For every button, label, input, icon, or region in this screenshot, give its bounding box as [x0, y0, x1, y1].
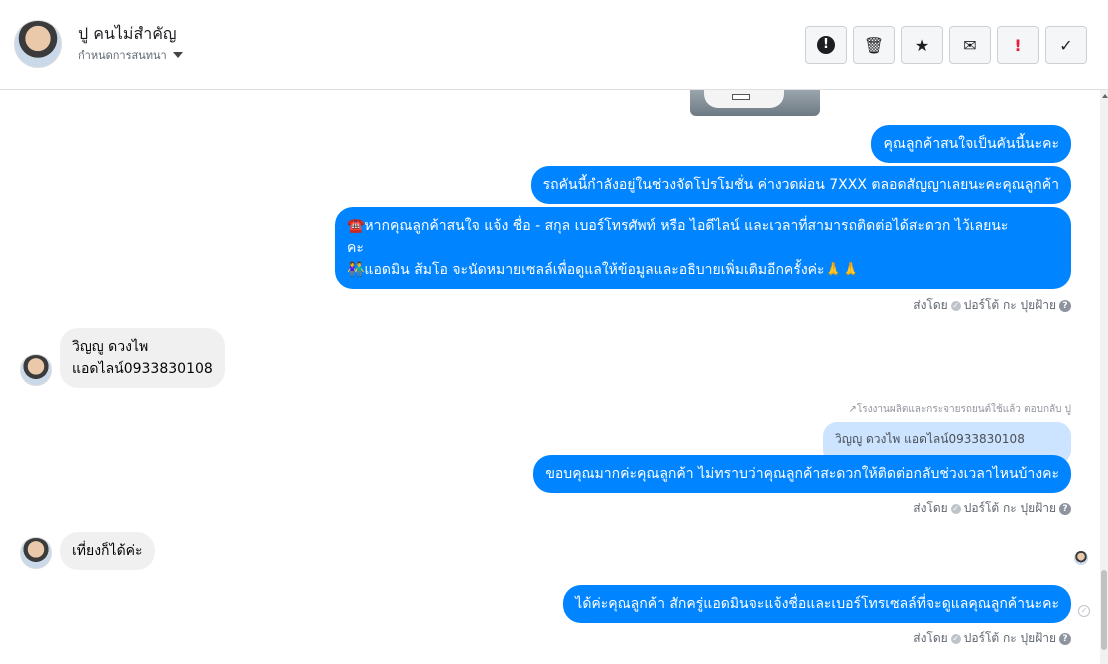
message-line: แอดไลน์0933830108	[72, 361, 213, 377]
exclamation-icon: !	[1014, 35, 1022, 55]
verified-icon: ✓	[950, 503, 961, 514]
scroll-up-arrow-icon[interactable]	[1102, 94, 1108, 98]
conversation-settings-label: กำหนดการสนทนา	[78, 49, 167, 62]
outgoing-message[interactable]: ได้ค่ะคุณลูกค้า สักครู่แอดมินจะแจ้งชื่อแ…	[563, 585, 1071, 623]
checkmark-icon: ✓	[1059, 35, 1073, 55]
sender-name[interactable]: ปอร์โต้ กะ ปุยฝ้าย	[964, 499, 1056, 518]
action-toolbar: ! 🗑 ★ ✉ ! ✓	[805, 26, 1087, 64]
sent-by-meta: ส่งโดย ✓ ปอร์โต้ กะ ปุยฝ้าย ?	[913, 499, 1071, 518]
message-line: 👫แอดมิน ส้มโอ จะนัดหมายเซลล์เพื่อดูแลให้…	[347, 262, 860, 278]
scrollbar-thumb[interactable]	[1101, 570, 1107, 650]
help-icon[interactable]: ?	[1059, 632, 1071, 645]
report-spam-button[interactable]: !	[805, 26, 847, 64]
trash-icon: 🗑	[863, 35, 885, 55]
sent-by-meta: ส่งโดย ✓ ปอร์โต้ กะ ปุยฝ้าย ?	[913, 629, 1071, 648]
license-plate	[732, 94, 750, 100]
message-line: คะ	[347, 240, 364, 256]
delete-button[interactable]: 🗑	[853, 26, 895, 64]
outgoing-message[interactable]: คุณลูกค้าสนใจเป็นคันนี้นะคะ	[871, 125, 1071, 163]
incoming-message[interactable]: เที่ยงก็ได้ค่ะ	[60, 532, 155, 570]
incoming-message[interactable]: วิญญู ดวงไพ แอดไลน์0933830108	[60, 328, 225, 388]
message-line: ☎️หากคุณลูกค้าสนใจ แจ้ง ชื่อ - สกุล เบอร…	[347, 218, 1009, 234]
verified-icon: ✓	[950, 300, 961, 311]
star-button[interactable]: ★	[901, 26, 943, 64]
seen-avatar-indicator	[1074, 551, 1088, 565]
car-photo-attachment[interactable]	[690, 90, 820, 116]
sent-check-icon: ✓	[1078, 605, 1090, 617]
outgoing-message[interactable]: ☎️หากคุณลูกค้าสนใจ แจ้ง ชื่อ - สกุล เบอร…	[335, 207, 1071, 289]
caret-down-icon	[172, 52, 183, 58]
contact-avatar-small[interactable]	[20, 537, 52, 569]
contact-avatar[interactable]	[14, 20, 62, 68]
envelope-icon: ✉	[963, 35, 977, 55]
conversation-header: ปู คนไม่สำคัญ กำหนดการสนทนา ! 🗑 ★ ✉ ! ✓	[0, 0, 1108, 90]
message-line: วิญญู ดวงไพ	[72, 339, 149, 355]
sender-name[interactable]: ปอร์โต้ กะ ปุยฝ้าย	[964, 629, 1056, 648]
outgoing-message[interactable]: รถคันนี้กำลังอยู่ในช่วงจัดโปรโมชั่น ค่าง…	[530, 166, 1071, 204]
sent-by-label: ส่งโดย	[913, 631, 948, 645]
star-icon: ★	[914, 35, 930, 55]
sent-by-label: ส่งโดย	[913, 501, 948, 515]
sender-name[interactable]: ปอร์โต้ กะ ปุยฝ้าย	[964, 296, 1056, 315]
contact-name[interactable]: ปู คนไม่สำคัญ	[78, 22, 177, 47]
alert-circle-icon: !	[817, 36, 835, 54]
contact-avatar-small[interactable]	[20, 354, 52, 386]
help-icon[interactable]: ?	[1059, 299, 1071, 312]
sent-by-label: ส่งโดย	[913, 298, 948, 312]
mark-done-button[interactable]: ✓	[1045, 26, 1087, 64]
outgoing-message[interactable]: ขอบคุณมากค่ะคุณลูกค้า ไม่ทราบว่าคุณลูกค้…	[533, 455, 1071, 493]
help-icon[interactable]: ?	[1059, 502, 1071, 515]
reply-context-label: ↗โรงงานผลิตและกระจายรถยนต์ใช้แล้ว ตอบกลั…	[848, 404, 1071, 415]
mark-important-button[interactable]: !	[997, 26, 1039, 64]
verified-icon: ✓	[950, 633, 961, 644]
conversation-settings-dropdown[interactable]: กำหนดการสนทนา	[78, 46, 183, 64]
sent-by-meta: ส่งโดย ✓ ปอร์โต้ กะ ปุยฝ้าย ?	[913, 296, 1071, 315]
mark-unread-button[interactable]: ✉	[949, 26, 991, 64]
